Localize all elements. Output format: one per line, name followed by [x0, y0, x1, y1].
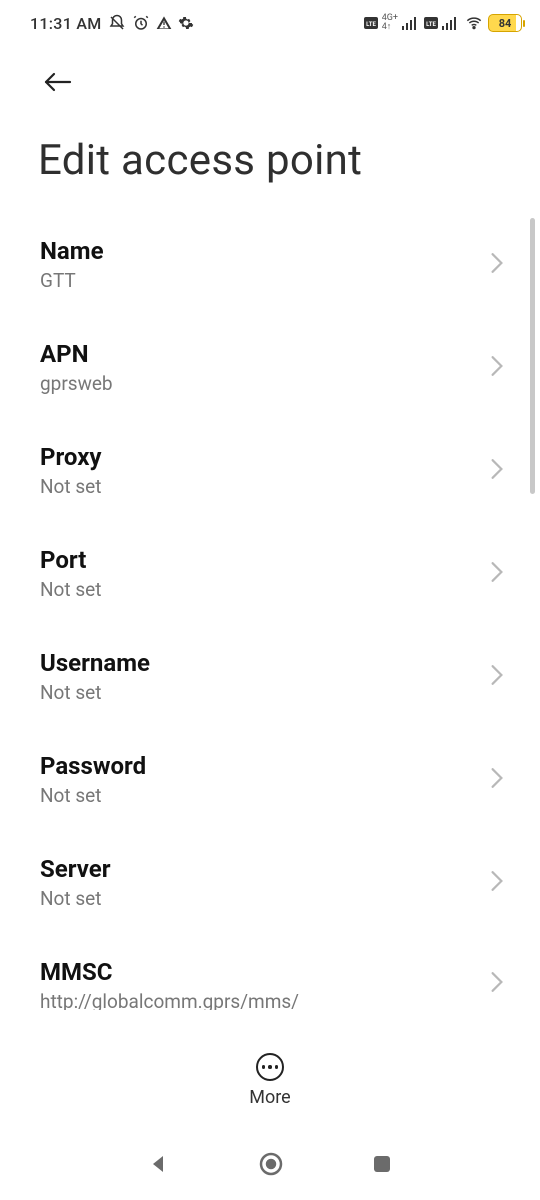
warning-icon — [156, 15, 172, 31]
row-value: Not set — [40, 578, 101, 601]
row-port[interactable]: Port Not set — [40, 522, 520, 625]
chevron-right-icon — [490, 767, 520, 793]
status-right: LTE 4G+4↑ LTE 84 — [364, 14, 522, 32]
svg-text:LTE: LTE — [426, 21, 436, 28]
row-label: Name — [40, 237, 104, 265]
row-label: Server — [40, 855, 111, 883]
row-username[interactable]: Username Not set — [40, 625, 520, 728]
row-label: Password — [40, 752, 146, 780]
status-bar: 11:31 AM LTE 4G+4↑ LTE 84 — [0, 0, 540, 42]
chevron-right-icon — [490, 458, 520, 484]
notifications-off-icon — [108, 14, 126, 32]
scroll-indicator[interactable] — [530, 218, 535, 494]
signal-icon-1 — [402, 16, 420, 30]
row-value: http://globalcomm.gprs/mms/ — [40, 990, 299, 1010]
page-title: Edit access point — [0, 100, 540, 213]
nav-home-button[interactable] — [258, 1151, 284, 1181]
chevron-right-icon — [490, 355, 520, 381]
row-label: MMSC — [40, 958, 299, 986]
arrow-left-icon — [43, 70, 73, 94]
svg-text:LTE: LTE — [366, 21, 376, 28]
row-proxy[interactable]: Proxy Not set — [40, 419, 520, 522]
chevron-right-icon — [490, 971, 520, 997]
chevron-right-icon — [490, 561, 520, 587]
volte-icon-2: LTE — [424, 17, 438, 29]
network-label-icon: 4G+4↑ — [382, 14, 398, 32]
row-value: Not set — [40, 887, 111, 910]
row-value: GTT — [40, 269, 104, 292]
header-row — [0, 42, 540, 100]
alarm-icon — [132, 14, 150, 32]
settings-list: Name GTT APN gprsweb Proxy Not set Port … — [0, 213, 540, 1010]
signal-icon-2 — [442, 16, 460, 30]
row-name[interactable]: Name GTT — [40, 213, 520, 316]
system-nav-bar — [0, 1132, 540, 1200]
wifi-icon — [464, 15, 484, 31]
nav-recents-button[interactable] — [371, 1153, 393, 1179]
more-icon — [256, 1053, 284, 1081]
more-label: More — [249, 1087, 290, 1108]
volte-icon-1: LTE — [364, 17, 378, 29]
row-label: Port — [40, 546, 101, 574]
chevron-right-icon — [490, 252, 520, 278]
row-value: Not set — [40, 475, 102, 498]
row-mmsc[interactable]: MMSC http://globalcomm.gprs/mms/ — [40, 934, 520, 1010]
row-server[interactable]: Server Not set — [40, 831, 520, 934]
row-label: Proxy — [40, 443, 102, 471]
row-label: APN — [40, 340, 113, 368]
status-left: 11:31 AM — [30, 14, 194, 33]
gear-icon — [178, 15, 194, 31]
status-time: 11:31 AM — [30, 14, 102, 33]
row-value: Not set — [40, 784, 146, 807]
battery-icon: 84 — [488, 14, 522, 32]
row-value: Not set — [40, 681, 150, 704]
row-password[interactable]: Password Not set — [40, 728, 520, 831]
back-button[interactable] — [40, 64, 76, 100]
row-value: gprsweb — [40, 372, 113, 395]
nav-back-button[interactable] — [147, 1152, 171, 1180]
row-label: Username — [40, 649, 150, 677]
more-menu[interactable]: More — [0, 1043, 540, 1108]
battery-level: 84 — [499, 17, 512, 30]
row-apn[interactable]: APN gprsweb — [40, 316, 520, 419]
chevron-right-icon — [490, 870, 520, 896]
chevron-right-icon — [490, 664, 520, 690]
